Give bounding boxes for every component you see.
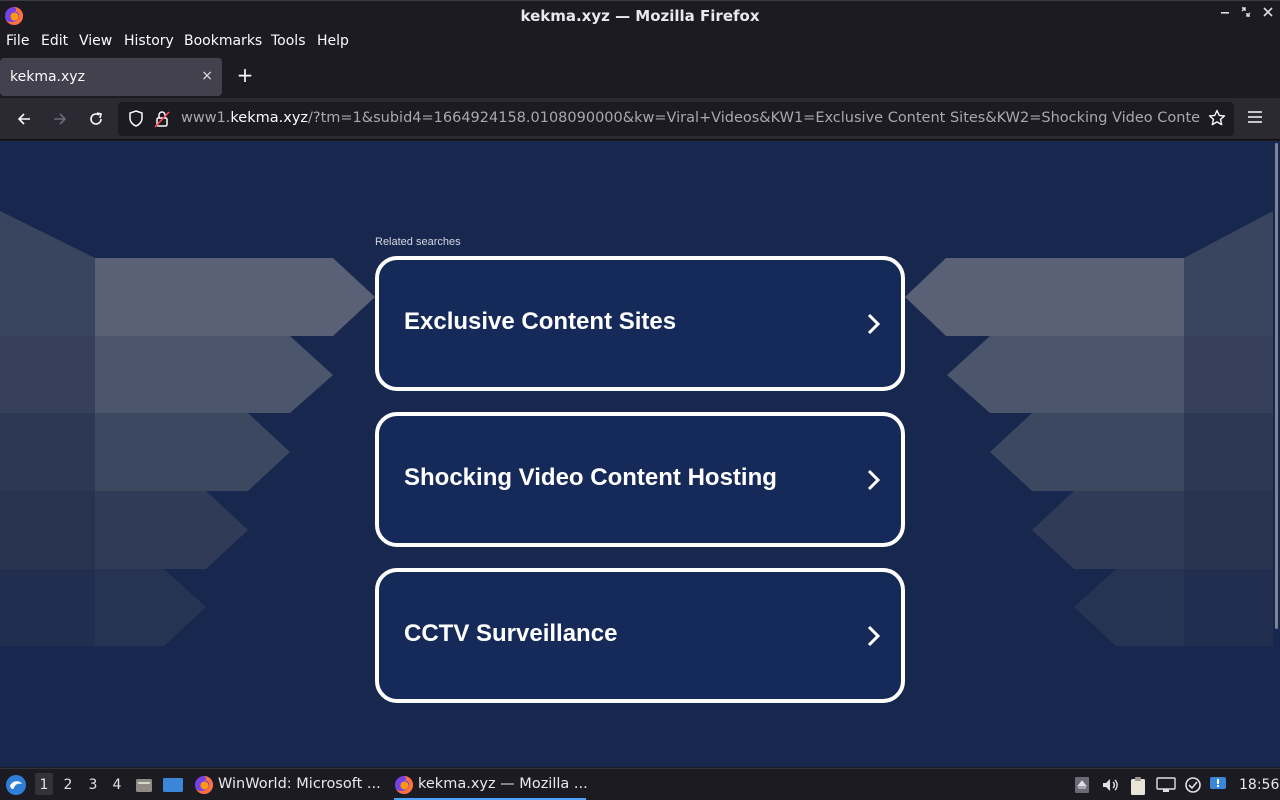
result-label: Exclusive Content Sites <box>404 308 677 335</box>
forward-button[interactable] <box>48 107 72 131</box>
minimize-button[interactable] <box>1216 6 1234 21</box>
eject-icon[interactable] <box>1074 776 1090 794</box>
firefox-icon <box>395 775 414 794</box>
reload-icon <box>90 112 102 125</box>
workspace-3[interactable]: 3 <box>85 777 101 793</box>
url-host: kekma.xyz <box>230 110 309 126</box>
close-window-button[interactable] <box>1259 6 1277 21</box>
menu-tools[interactable]: Tools <box>271 33 306 49</box>
task-label: kekma.xyz — Mozilla ... <box>418 776 588 792</box>
workspace-2[interactable]: 2 <box>60 777 76 793</box>
tab-close-button[interactable]: × <box>201 68 213 84</box>
update-icon[interactable] <box>1184 776 1202 794</box>
minimize-icon <box>1221 12 1229 14</box>
close-icon <box>1263 7 1273 17</box>
result-label: Shocking Video Content Hosting <box>404 464 777 491</box>
chevron-right-icon <box>867 313 881 335</box>
app-menu-icon[interactable] <box>1246 109 1264 125</box>
tab-active[interactable]: kekma.xyz × <box>0 58 222 96</box>
new-tab-button[interactable]: + <box>234 64 256 86</box>
chevron-right-icon <box>867 625 881 647</box>
page-content: Related searches Exclusive Content Sites… <box>0 141 1273 767</box>
tracking-protection-shield-icon[interactable] <box>128 110 144 128</box>
taskbar: 1 2 3 4 WinWorld: Microsoft ... kekma.xy… <box>0 768 1280 800</box>
start-menu-icon[interactable] <box>5 774 27 796</box>
url-prefix: www1. <box>181 110 231 126</box>
clipboard-icon[interactable] <box>1129 776 1147 796</box>
window-title: kekma.xyz — Mozilla Firefox <box>520 7 760 25</box>
url-path: /?tm=1&subid4=1664924158.0108090000&kw=V… <box>308 110 1201 126</box>
firefox-icon <box>195 775 214 794</box>
clock: 18:56 <box>1239 777 1280 793</box>
chevron-right-icon <box>867 469 881 491</box>
title-bar: kekma.xyz — Mozilla Firefox <box>0 0 1280 29</box>
back-arrow-icon <box>17 113 30 125</box>
reload-button[interactable] <box>84 107 108 131</box>
tab-strip: kekma.xyz × + <box>0 56 1280 98</box>
bookmark-star-icon[interactable] <box>1208 109 1226 127</box>
menu-file[interactable]: File <box>6 33 29 49</box>
menu-view[interactable]: View <box>79 33 112 49</box>
task-label: WinWorld: Microsoft ... <box>218 776 381 792</box>
task-winworld-firefox[interactable]: WinWorld: Microsoft ... <box>194 769 384 800</box>
url-text[interactable]: www1.kekma.xyz/?tm=1&subid4=1664924158.0… <box>181 110 1201 126</box>
tab-title: kekma.xyz <box>10 69 85 85</box>
related-searches-label: Related searches <box>375 236 461 248</box>
result-card-cctv-surveillance[interactable]: CCTV Surveillance <box>375 568 905 703</box>
menu-edit[interactable]: Edit <box>41 33 68 49</box>
result-card-shocking-video-content-hosting[interactable]: Shocking Video Content Hosting <box>375 412 905 547</box>
task-kekma-firefox[interactable]: kekma.xyz — Mozilla ... <box>394 769 588 800</box>
menu-bookmarks[interactable]: Bookmarks <box>184 33 262 49</box>
network-icon[interactable] <box>1156 776 1176 794</box>
menu-bar: File Edit View History Bookmarks Tools H… <box>0 29 1280 54</box>
notification-icon[interactable] <box>1209 776 1229 794</box>
volume-icon[interactable] <box>1101 776 1119 794</box>
result-label: CCTV Surveillance <box>404 620 618 647</box>
file-manager-icon[interactable] <box>135 776 153 794</box>
scrollbar-thumb[interactable] <box>1275 143 1278 629</box>
maximize-icon <box>1241 7 1251 17</box>
menu-help[interactable]: Help <box>317 33 349 49</box>
navigation-bar: www1.kekma.xyz/?tm=1&subid4=1664924158.0… <box>0 98 1280 140</box>
menu-history[interactable]: History <box>124 33 174 49</box>
workspace-1[interactable]: 1 <box>35 773 53 795</box>
forward-arrow-icon <box>54 113 67 125</box>
workspace-4[interactable]: 4 <box>109 777 125 793</box>
desktop-icon[interactable] <box>162 776 184 794</box>
result-card-exclusive-content-sites[interactable]: Exclusive Content Sites <box>375 256 905 391</box>
back-button[interactable] <box>12 107 36 131</box>
maximize-button[interactable] <box>1237 6 1255 21</box>
insecure-lock-icon[interactable] <box>154 110 170 128</box>
url-bar[interactable]: www1.kekma.xyz/?tm=1&subid4=1664924158.0… <box>118 102 1234 136</box>
